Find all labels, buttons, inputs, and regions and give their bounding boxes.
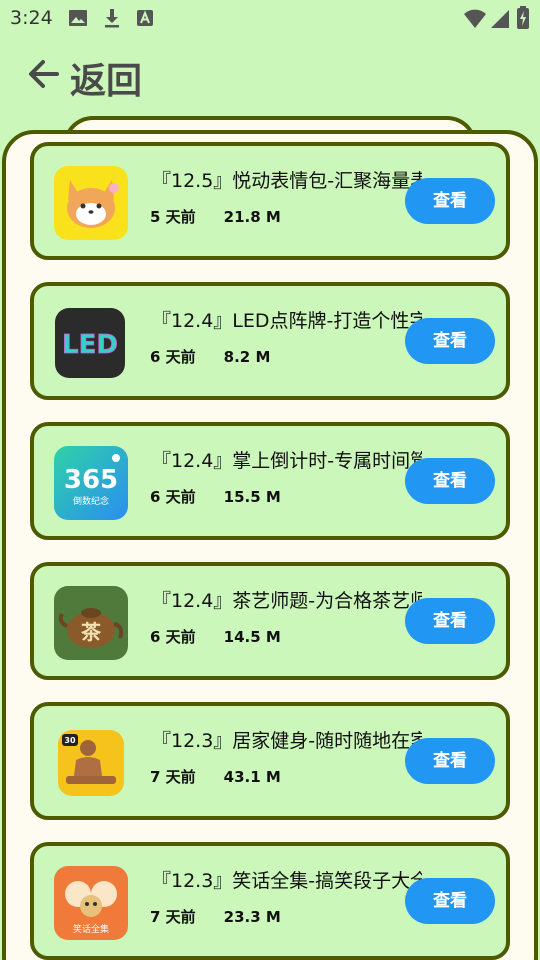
app-title: 『12.3』居家健身-随时随地在家 — [152, 730, 422, 752]
back-button[interactable]: 返回 — [70, 52, 142, 104]
app-size: 21.8 M — [223, 208, 281, 226]
app-age: 6 天前 — [150, 348, 196, 366]
app-age: 6 天前 — [150, 628, 196, 646]
app-meta: 7 天前 43.1 M — [150, 766, 309, 787]
tea-pot-icon: 茶 — [54, 586, 128, 660]
countdown-number: 365 — [64, 465, 118, 495]
app-age: 7 天前 — [150, 768, 196, 786]
app-card[interactable]: 茶 『12.4』茶艺师题-为合格茶艺师 6 天前 14.5 M 查看 — [30, 562, 510, 680]
app-card[interactable]: 笑话全集 『12.3』笑话全集-搞笑段子大全 7 天前 23.3 M 查看 — [30, 842, 510, 960]
app-meta: 5 天前 21.8 M — [150, 206, 309, 227]
view-button[interactable]: 查看 — [405, 458, 495, 504]
app-title: 『12.5』悦动表情包-汇聚海量表情 — [152, 170, 422, 192]
app-age: 6 天前 — [150, 488, 196, 506]
wifi-icon — [464, 9, 486, 28]
signal-icon — [491, 10, 509, 28]
app-title: 『12.4』掌上倒计时-专属时间管理 — [152, 450, 422, 472]
app-meta: 7 天前 23.3 M — [150, 906, 309, 927]
download-icon — [105, 9, 119, 28]
countdown-sub: 倒数纪念 — [73, 495, 109, 507]
led-icon: LED — [55, 308, 125, 378]
app-card[interactable]: LED 『12.4』LED点阵牌-打造个性字幕 6 天前 8.2 M 查看 — [30, 282, 510, 400]
tea-char: 茶 — [81, 620, 102, 644]
view-button[interactable]: 查看 — [405, 178, 495, 224]
countdown-365-icon: 365 倒数纪念 — [54, 446, 128, 520]
led-icon-text: LED — [62, 330, 118, 360]
app-size: 23.3 M — [223, 908, 281, 926]
jokes-icon: 笑话全集 — [54, 866, 128, 940]
image-icon — [69, 10, 87, 26]
app-age: 7 天前 — [150, 908, 196, 926]
app-card[interactable]: 『12.5』悦动表情包-汇聚海量表情 5 天前 21.8 M 查看 — [30, 142, 510, 260]
app-card[interactable]: 365 倒数纪念 『12.4』掌上倒计时-专属时间管理 6 天前 15.5 M 查… — [30, 422, 510, 540]
app-size: 43.1 M — [223, 768, 281, 786]
app-size: 14.5 M — [223, 628, 281, 646]
font-a-icon — [137, 10, 153, 26]
app-size: 15.5 M — [223, 488, 281, 506]
app-meta: 6 天前 15.5 M — [150, 486, 309, 507]
app-age: 5 天前 — [150, 208, 196, 226]
fitness-icon: 30 — [58, 730, 124, 796]
battery-charging-icon — [517, 6, 529, 29]
app-title: 『12.4』LED点阵牌-打造个性字幕 — [152, 310, 422, 332]
status-bar: 3:24 — [0, 0, 540, 36]
view-button[interactable]: 查看 — [405, 738, 495, 784]
app-meta: 6 天前 14.5 M — [150, 626, 309, 647]
view-button[interactable]: 查看 — [405, 318, 495, 364]
jokes-label: 笑话全集 — [73, 923, 109, 935]
arrow-left-icon[interactable] — [26, 56, 62, 92]
app-title: 『12.3』笑话全集-搞笑段子大全 — [152, 870, 422, 892]
app-card[interactable]: 30 『12.3』居家健身-随时随地在家 7 天前 43.1 M 查看 — [30, 702, 510, 820]
view-button[interactable]: 查看 — [405, 598, 495, 644]
app-title: 『12.4』茶艺师题-为合格茶艺师 — [152, 590, 422, 612]
status-time: 3:24 — [10, 7, 53, 29]
fox-emoji-icon — [54, 166, 128, 240]
app-meta: 6 天前 8.2 M — [150, 346, 298, 367]
view-button[interactable]: 查看 — [405, 878, 495, 924]
app-size: 8.2 M — [223, 348, 271, 366]
fitness-badge: 30 — [64, 736, 76, 745]
